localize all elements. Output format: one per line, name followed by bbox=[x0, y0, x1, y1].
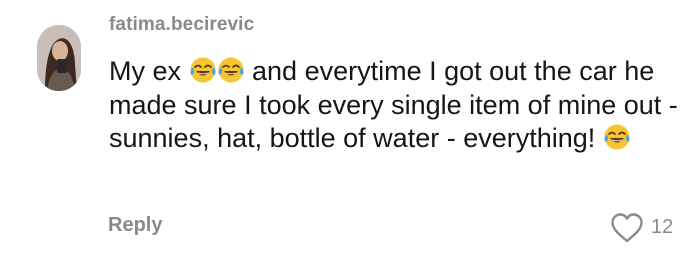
heart-icon[interactable] bbox=[610, 212, 644, 244]
tears-of-joy-emoji-icon bbox=[189, 56, 217, 84]
tears-of-joy-emoji-icon bbox=[603, 123, 631, 151]
comment-text-part-1: My ex bbox=[109, 56, 189, 86]
avatar-photo-icon bbox=[37, 25, 81, 91]
tears-of-joy-emoji-icon bbox=[217, 56, 245, 84]
like-count: 12 bbox=[651, 216, 674, 238]
comment-text: My ex and everytime I got out the car he… bbox=[109, 55, 689, 156]
reply-button[interactable]: Reply bbox=[108, 214, 162, 237]
comment-card: fatima.becirevic My ex and everytime I g… bbox=[0, 0, 700, 261]
avatar[interactable] bbox=[37, 25, 81, 91]
username[interactable]: fatima.becirevic bbox=[109, 14, 254, 36]
